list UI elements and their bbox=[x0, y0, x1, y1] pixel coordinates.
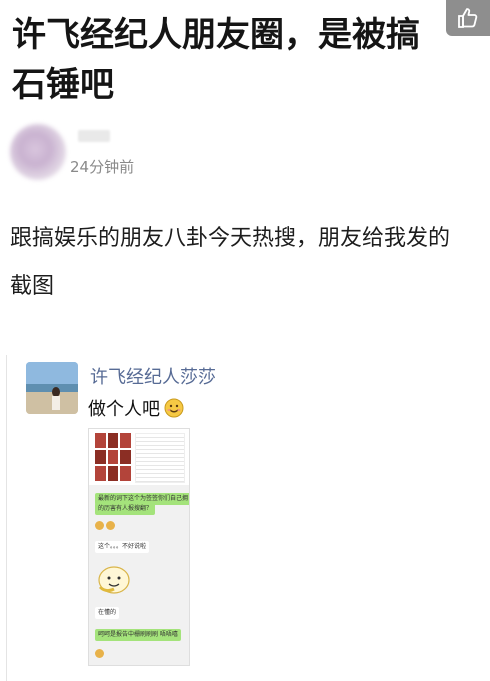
author-avatar[interactable] bbox=[10, 124, 66, 180]
post-time: 24分钟前 bbox=[70, 158, 135, 176]
chat-bubble: 的历害有人报搜翻？ bbox=[95, 503, 156, 515]
like-button[interactable] bbox=[446, 0, 490, 36]
chat-bubble: 在懂的 bbox=[95, 607, 120, 619]
emoji-icon bbox=[106, 521, 115, 530]
sticker-icon bbox=[98, 566, 130, 594]
emoji-icon bbox=[95, 649, 104, 658]
screenshot-header bbox=[89, 429, 189, 485]
moment-text-row: 做个人吧 bbox=[88, 395, 184, 421]
chat-screenshot-image[interactable]: 最新的词下这个为签签你们自己拥 的历害有人报搜翻？ 这个。。。不好说啦 在懂的 … bbox=[88, 428, 190, 666]
moment-text: 做个人吧 bbox=[88, 399, 160, 420]
moment-avatar[interactable] bbox=[26, 362, 78, 414]
author-name-blurred bbox=[78, 130, 110, 142]
post-body-text: 跟搞娱乐的朋友八卦今天热搜，朋友给我发的截图 bbox=[10, 226, 451, 299]
article-headline: 许飞经纪人朋友圈，是被搞石锤吧 bbox=[12, 15, 420, 105]
photo-grid bbox=[95, 433, 131, 481]
emoji-icon bbox=[95, 521, 104, 530]
smile-emoji-icon bbox=[164, 398, 184, 418]
beach-photo-icon bbox=[26, 362, 78, 414]
thumbs-up-icon bbox=[458, 8, 478, 28]
card-border bbox=[6, 355, 7, 681]
document-image bbox=[135, 433, 185, 483]
chat-bubble: 这个。。。不好说啦 bbox=[95, 541, 150, 553]
chat-bubble: 呵呵是报告中栅刷刷刷 唔唔嘻 bbox=[95, 629, 181, 641]
moment-author-name[interactable]: 许飞经纪人莎莎 bbox=[90, 363, 216, 389]
